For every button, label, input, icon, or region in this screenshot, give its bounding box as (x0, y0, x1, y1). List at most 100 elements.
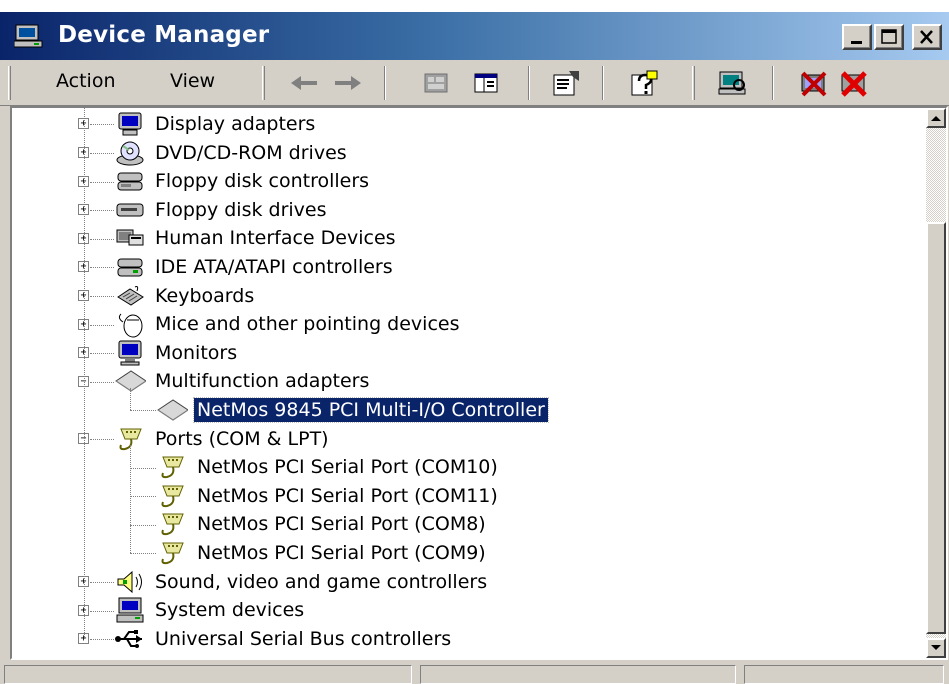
mouse-icon (114, 311, 146, 338)
menu-action[interactable]: Action (52, 68, 120, 94)
category-label[interactable]: DVD/CD-ROM drives (152, 141, 350, 165)
system-device-icon (114, 597, 146, 623)
status-pane-3 (744, 665, 944, 684)
split-view-icon[interactable] (470, 67, 502, 99)
category-node[interactable]: Monitors (114, 339, 240, 367)
uninstall-icon[interactable] (798, 67, 830, 99)
category-label[interactable]: Universal Serial Bus controllers (152, 627, 454, 651)
toolbar-separator (772, 66, 774, 100)
status-pane-1 (4, 665, 412, 684)
display-adapter-icon (114, 111, 146, 137)
sound-icon (114, 569, 146, 595)
device-label[interactable]: NetMos 9845 PCI Multi-I/O Controller (193, 397, 549, 423)
category-node[interactable]: IDE ATA/ATAPI controllers (114, 253, 396, 281)
tree-connector-line (130, 387, 131, 411)
tree-connector-line (84, 108, 85, 640)
tree-connector-line (90, 639, 114, 641)
category-node[interactable]: Ports (COM & LPT) (114, 425, 332, 453)
toolbar-grip-2[interactable] (262, 66, 265, 100)
tree-connector-line (90, 438, 114, 440)
category-label[interactable]: Monitors (152, 341, 240, 365)
port-icon (156, 540, 188, 566)
toolbar-grip[interactable] (8, 66, 11, 100)
device-label[interactable]: NetMos PCI Serial Port (COM8) (194, 512, 489, 536)
tree-connector-line (90, 324, 114, 326)
minimize-button[interactable] (842, 24, 872, 50)
category-node[interactable]: Universal Serial Bus controllers (114, 625, 454, 653)
scroll-thumb[interactable] (926, 222, 946, 634)
category-node[interactable]: System devices (114, 596, 307, 624)
back-arrow-icon[interactable] (288, 67, 320, 99)
scroll-down-button[interactable] (926, 638, 946, 658)
tree-connector-line (130, 444, 131, 554)
tree-connector-line (130, 410, 156, 412)
category-node[interactable]: Display adapters (114, 110, 318, 138)
device-label[interactable]: NetMos PCI Serial Port (COM11) (194, 484, 501, 508)
category-node[interactable]: Human Interface Devices (114, 224, 399, 252)
status-bar (0, 662, 949, 684)
port-icon (156, 483, 188, 509)
category-label[interactable]: Ports (COM & LPT) (152, 427, 332, 451)
computer-view-icon[interactable] (420, 67, 452, 99)
category-label[interactable]: Human Interface Devices (152, 226, 399, 250)
category-label[interactable]: Floppy disk controllers (152, 169, 372, 193)
toolbar-separator (384, 66, 386, 100)
category-node[interactable]: Keyboards (114, 282, 257, 310)
toolbar: Action View (0, 60, 949, 106)
category-node[interactable]: Floppy disk drives (114, 196, 330, 224)
monitor-icon (114, 340, 146, 366)
tree-connector-line (130, 467, 156, 469)
window-title: Device Manager (58, 22, 270, 48)
tree-connector-line (90, 181, 114, 183)
category-node[interactable]: Sound, video and game controllers (114, 568, 490, 596)
tree-connector-line (130, 496, 156, 498)
disable-icon[interactable] (838, 67, 870, 99)
toolbar-separator (528, 66, 530, 100)
toolbar-grip-3[interactable] (692, 66, 695, 100)
category-node[interactable]: Multifunction adapters (114, 367, 372, 395)
category-label[interactable]: Mice and other pointing devices (152, 312, 462, 336)
properties-icon[interactable] (550, 67, 582, 99)
category-label[interactable]: IDE ATA/ATAPI controllers (152, 255, 396, 279)
device-node[interactable]: NetMos PCI Serial Port (COM11) (156, 482, 501, 510)
device-tree[interactable]: Display adapters + DVD/CD-ROM drives + Flopp… (10, 106, 948, 660)
category-label[interactable]: System devices (152, 598, 307, 622)
category-node[interactable]: Mice and other pointing devices (114, 310, 462, 338)
menu-view-label: View (170, 70, 216, 92)
port-icon (156, 511, 188, 537)
vertical-scrollbar[interactable] (926, 108, 946, 658)
cdrom-icon (114, 140, 146, 166)
tree-connector-line (90, 210, 114, 212)
status-pane-2 (420, 665, 736, 684)
device-node[interactable]: NetMos 9845 PCI Multi-I/O Controller (156, 396, 549, 424)
forward-arrow-icon[interactable] (332, 67, 364, 99)
scan-hardware-icon[interactable] (716, 67, 748, 99)
tree-connector-line (130, 524, 156, 526)
category-node[interactable]: DVD/CD-ROM drives (114, 139, 350, 167)
title-bar[interactable]: Device Manager (0, 0, 949, 60)
computer-manage-icon (13, 24, 44, 48)
device-label[interactable]: NetMos PCI Serial Port (COM9) (194, 541, 489, 565)
category-label[interactable]: Floppy disk drives (152, 198, 330, 222)
tree-connector-line (90, 124, 114, 126)
tree-connector-line (130, 553, 156, 555)
category-label[interactable]: Display adapters (152, 112, 318, 136)
disk-controller-icon (114, 168, 146, 194)
menu-view[interactable]: View (166, 68, 219, 94)
device-node[interactable]: NetMos PCI Serial Port (COM10) (156, 453, 501, 481)
category-label[interactable]: Multifunction adapters (152, 369, 372, 393)
help-icon[interactable] (628, 67, 660, 99)
device-node[interactable]: NetMos PCI Serial Port (COM9) (156, 539, 489, 567)
device-node[interactable]: NetMos PCI Serial Port (COM8) (156, 510, 489, 538)
category-node[interactable]: Floppy disk controllers (114, 167, 372, 195)
maximize-button[interactable] (874, 24, 904, 50)
device-label[interactable]: NetMos PCI Serial Port (COM10) (194, 455, 501, 479)
close-button[interactable] (912, 24, 942, 50)
category-label[interactable]: Keyboards (152, 284, 257, 308)
menu-action-label: Action (56, 70, 116, 92)
category-label[interactable]: Sound, video and game controllers (152, 570, 490, 594)
port-icon (156, 454, 188, 480)
scroll-up-button[interactable] (926, 108, 946, 128)
tree-connector-line (90, 152, 114, 154)
tree-connector-line (90, 295, 114, 297)
